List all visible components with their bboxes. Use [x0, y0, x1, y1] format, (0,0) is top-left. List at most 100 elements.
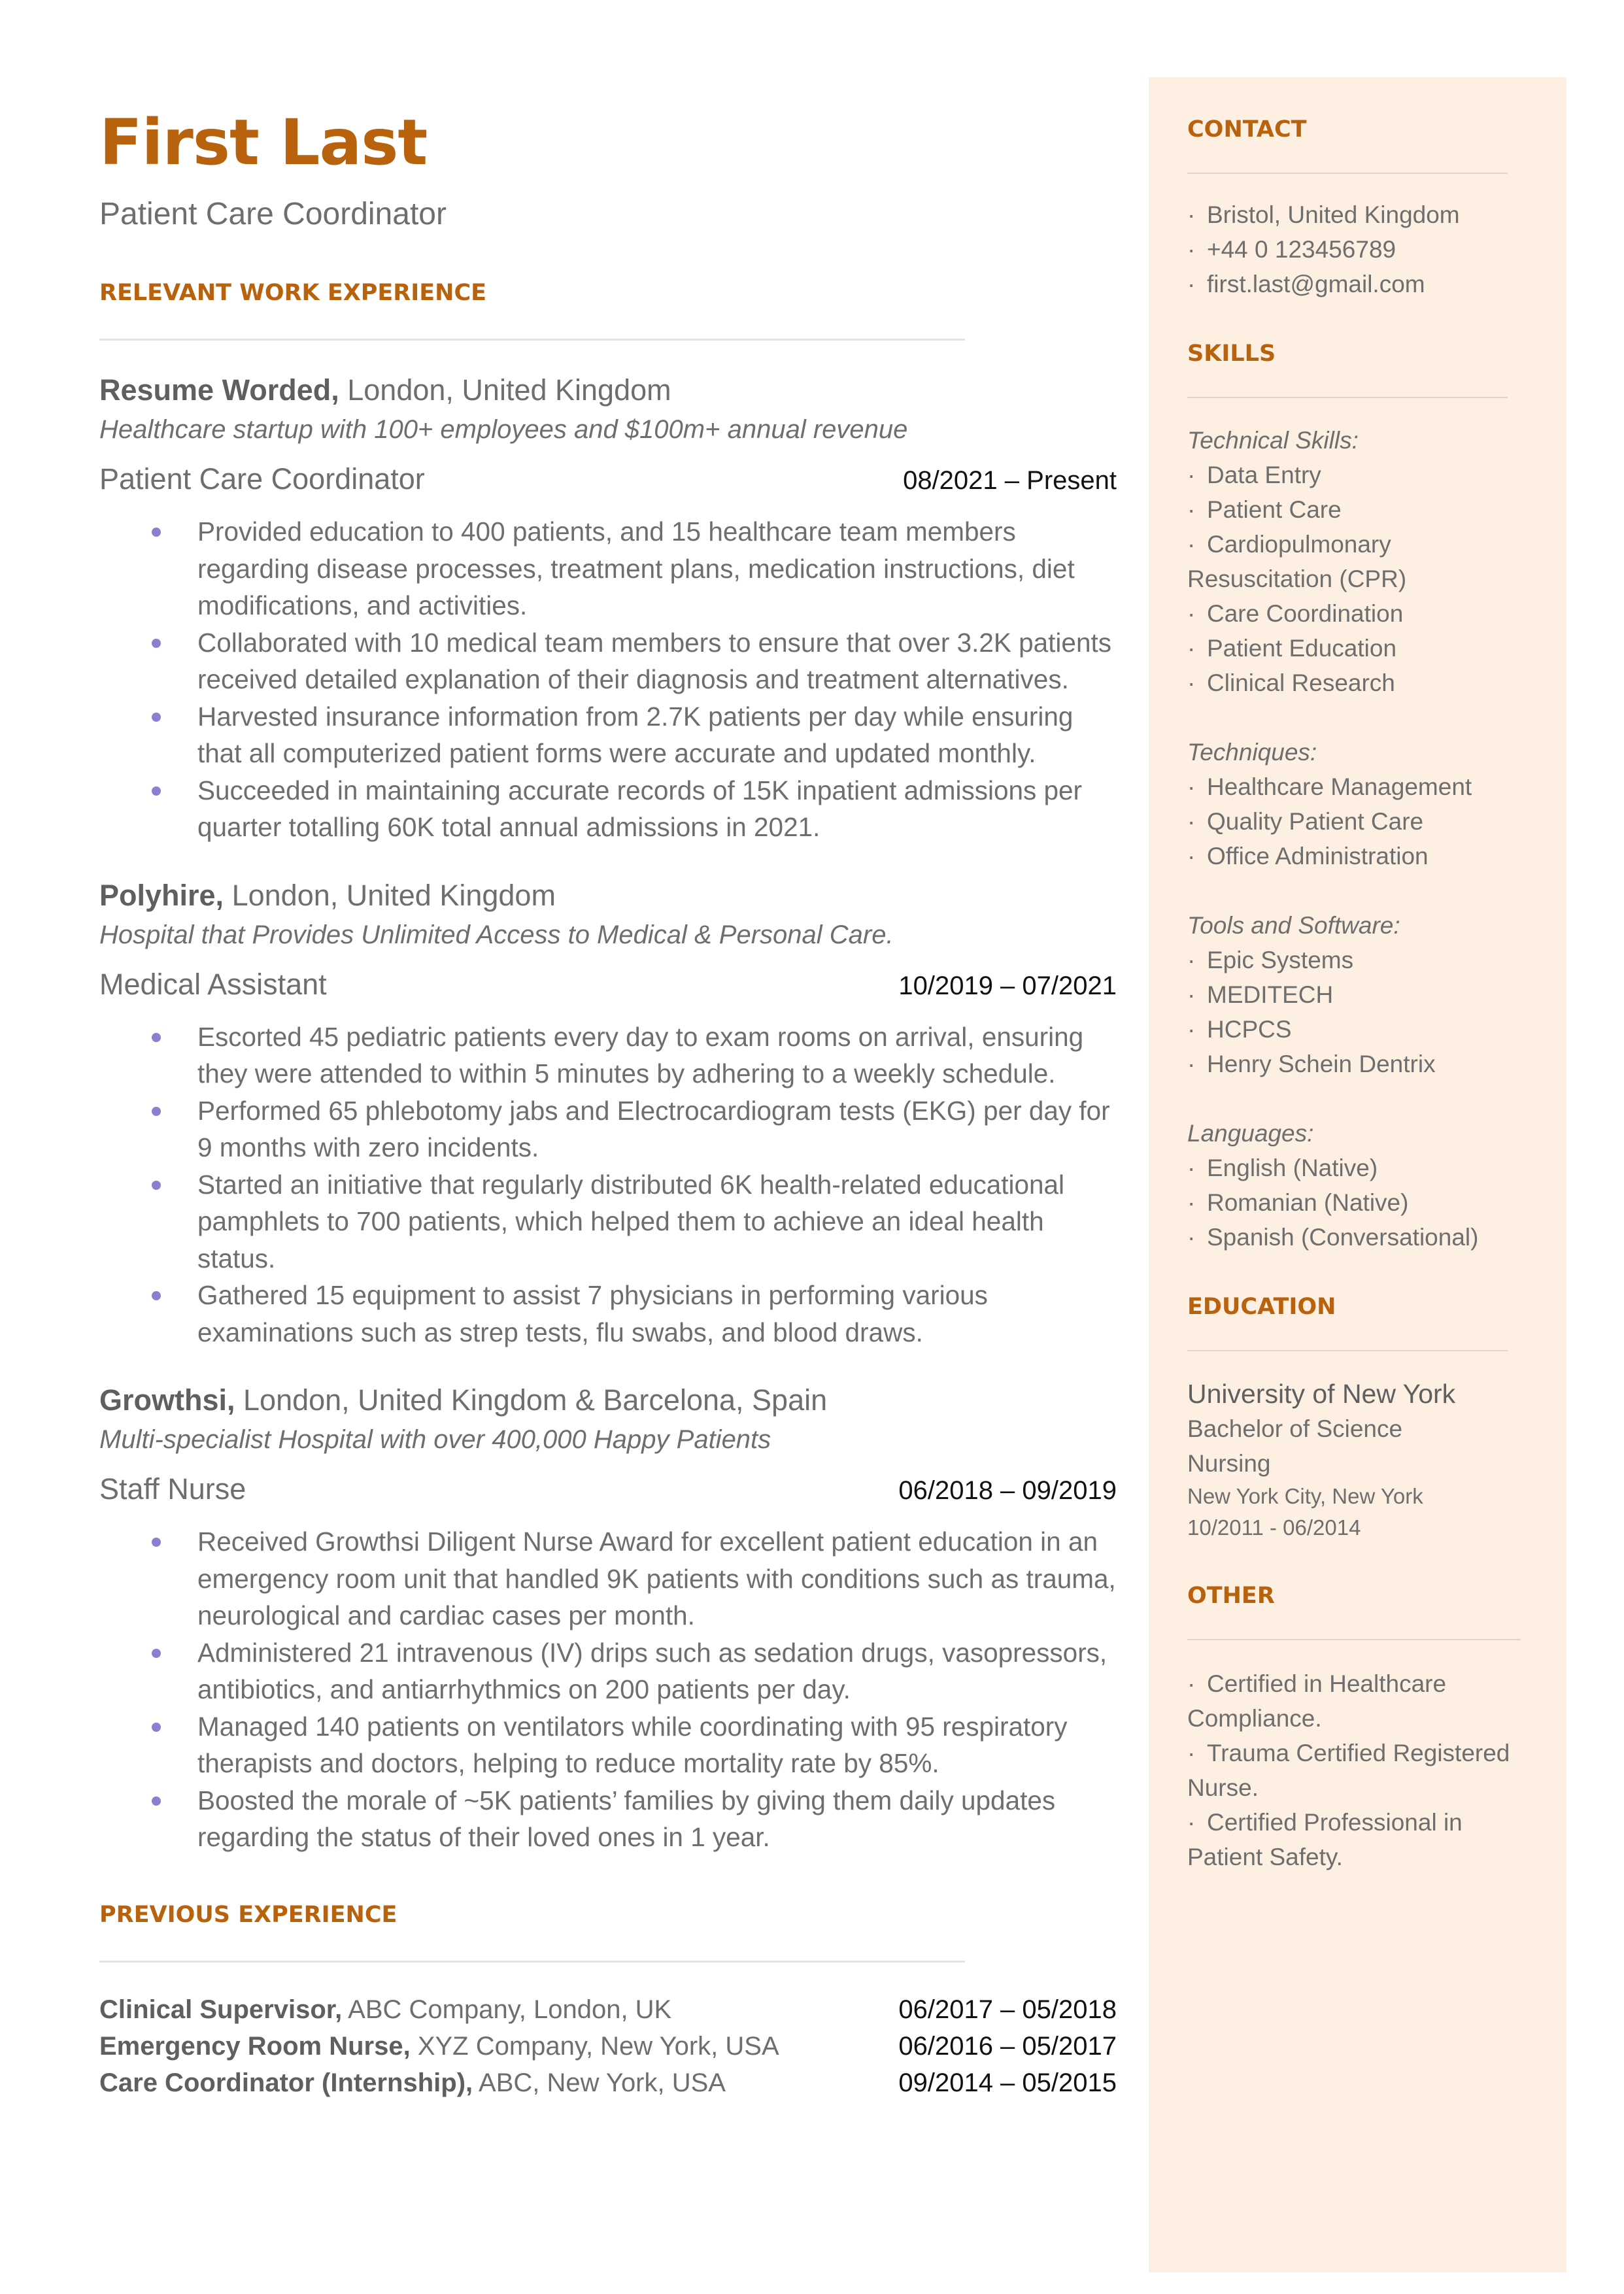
previous-role: Care Coordinator (Internship), [99, 2068, 473, 2097]
candidate-role: Patient Care Coordinator [99, 197, 447, 231]
section-divider [1187, 397, 1508, 398]
skill-item: · English (Native) [1187, 1151, 1527, 1185]
bullet-item: Administered 21 intravenous (IV) drips s… [99, 1634, 1117, 1708]
bullet-dot-icon: · [1187, 1016, 1196, 1043]
previous-org: ABC, New York, USA [473, 2068, 726, 2097]
section-divider [99, 339, 965, 341]
skill-group-languages: Languages: · English (Native) · Romanian (… [1187, 1116, 1527, 1255]
section-title-education: EDUCATION [1187, 1294, 1336, 1320]
company-location: London, United Kingdom & Barcelona, Spai… [235, 1383, 828, 1417]
other-item: · Certified in Healthcare Compliance. [1187, 1666, 1527, 1736]
skill-text: English (Native) [1207, 1155, 1378, 1181]
previous-role: Clinical Supervisor, [99, 1995, 343, 2024]
job-title-row: Patient Care Coordinator 08/2021 – Prese… [99, 458, 1117, 501]
bullet-item: Succeeded in maintaining accurate record… [99, 772, 1117, 846]
section-divider [1187, 1639, 1521, 1640]
bullet-dot-icon: · [1187, 669, 1196, 696]
bullet-text: Escorted 45 pediatric patients every day… [197, 1021, 1084, 1089]
section-divider [1187, 1350, 1508, 1351]
bullet-dot-icon [152, 1032, 161, 1042]
contact-email-link[interactable]: first.last@gmail.com [1207, 271, 1425, 297]
skill-text: Henry Schein Dentrix [1207, 1051, 1436, 1077]
bullet-dot-icon: · [1187, 1224, 1196, 1251]
skill-item: · MEDITECH [1187, 977, 1527, 1012]
bullet-text: Received Growthsi Diligent Nurse Award f… [197, 1527, 1116, 1630]
jobs-list: Resume Worded, London, United Kingdom He… [99, 372, 1117, 1856]
other-text: Certified Professional in Patient Safety… [1187, 1809, 1463, 1870]
company-location: London, United Kingdom [224, 878, 556, 912]
company-name: Polyhire, [99, 878, 224, 912]
previous-dates: 09/2014 – 05/2015 [898, 2068, 1117, 2097]
skill-text: Patient Care [1207, 496, 1342, 523]
skill-text: Care Coordination [1207, 600, 1404, 627]
skill-text: Healthcare Management [1207, 773, 1472, 800]
company-description: Healthcare startup with 100+ employees a… [99, 415, 908, 444]
bullet-dot-icon: · [1187, 462, 1196, 488]
bullet-text: Started an initiative that regularly dis… [197, 1169, 1065, 1274]
skill-group-technical: Technical Skills: · Data Entry · Patient C… [1187, 423, 1527, 700]
skill-item: · Data Entry [1187, 458, 1527, 492]
skill-item: · Clinical Research [1187, 666, 1527, 700]
skill-list: · Healthcare Management · Quality Patient … [1187, 769, 1527, 873]
skill-group-label: Tools and Software: [1187, 912, 1400, 939]
skill-list: · Data Entry · Patient Care · Cardiopulmona… [1187, 458, 1527, 700]
skill-item: · Quality Patient Care [1187, 804, 1527, 839]
bullet-dot-icon: · [1187, 496, 1196, 523]
bullet-dot-icon [152, 1796, 161, 1806]
job-entry: Resume Worded, London, United Kingdom He… [99, 372, 1117, 846]
bullet-dot-icon: · [1187, 1670, 1196, 1697]
skill-item: · Healthcare Management [1187, 769, 1527, 804]
bullet-text: Performed 65 phlebotomy jabs and Electro… [197, 1095, 1110, 1163]
sidebar-content: CONTACT · Bristol, United Kingdom · +44 0 … [1187, 116, 1527, 1874]
bullet-dot-icon [152, 1722, 161, 1732]
candidate-name: First Last [99, 106, 428, 179]
previous-experience-list: Clinical Supervisor, ABC Company, London… [99, 1991, 1117, 2101]
skill-item: · Spanish (Conversational) [1187, 1220, 1527, 1255]
job-bullets: Escorted 45 pediatric patients every day… [99, 1019, 1117, 1351]
bullet-dot-icon [152, 1538, 161, 1547]
bullet-dot-icon: · [1187, 1155, 1196, 1181]
bullet-dot-icon: · [1187, 947, 1196, 973]
bullet-dot-icon [152, 528, 161, 537]
bullet-item: Provided education to 400 patients, and … [99, 513, 1117, 624]
bullet-dot-icon: · [1187, 1809, 1196, 1836]
skill-item: · Office Administration [1187, 839, 1527, 873]
skill-text: Cardiopulmonary Resuscitation (CPR) [1187, 531, 1407, 592]
skill-text: MEDITECH [1207, 981, 1334, 1008]
other-item: · Trauma Certified Registered Nurse. [1187, 1736, 1527, 1805]
skill-item: · Romanian (Native) [1187, 1185, 1527, 1220]
bullet-dot-icon [152, 1648, 161, 1658]
skill-text: Quality Patient Care [1207, 808, 1424, 835]
job-dates: 08/2021 – Present [903, 466, 1117, 495]
skill-item: · Patient Education [1187, 631, 1527, 666]
contact-phone-text: +44 0 123456789 [1207, 236, 1396, 263]
bullet-dot-icon: · [1187, 201, 1196, 228]
job-title-row: Medical Assistant 10/2019 – 07/2021 [99, 964, 1117, 1007]
education-location: New York City, New York [1187, 1484, 1423, 1508]
skill-text: Data Entry [1207, 462, 1321, 488]
bullet-item: Harvested insurance information from 2.7… [99, 698, 1117, 772]
education-degree: Bachelor of Science [1187, 1415, 1403, 1442]
skills-groups: Technical Skills: · Data Entry · Patient C… [1187, 423, 1527, 1255]
contact-location: · Bristol, United Kingdom [1187, 197, 1527, 232]
skill-item: · Epic Systems [1187, 943, 1527, 977]
education-dates: 10/2011 - 06/2014 [1187, 1515, 1361, 1540]
other-list: · Certified in Healthcare Compliance. · Tr… [1187, 1666, 1527, 1874]
bullet-dot-icon: · [1187, 981, 1196, 1008]
contact-email[interactable]: · first.last@gmail.com [1187, 267, 1527, 301]
bullet-dot-icon: · [1187, 635, 1196, 662]
skill-group-label: Techniques: [1187, 739, 1317, 766]
bullet-item: Collaborated with 10 medical team member… [99, 624, 1117, 698]
skill-list: · English (Native) · Romanian (Native) · Sp… [1187, 1151, 1527, 1255]
skill-text: Clinical Research [1207, 669, 1395, 696]
job-title: Staff Nurse [99, 1472, 246, 1506]
job-dates: 06/2018 – 09/2019 [898, 1476, 1117, 1505]
skill-text: Spanish (Conversational) [1207, 1224, 1479, 1251]
skill-text: HCPCS [1207, 1016, 1292, 1043]
company-location: London, United Kingdom [339, 373, 671, 407]
bullet-item: Managed 140 patients on ventilators whil… [99, 1708, 1117, 1782]
skill-item: · Henry Schein Dentrix [1187, 1047, 1527, 1081]
